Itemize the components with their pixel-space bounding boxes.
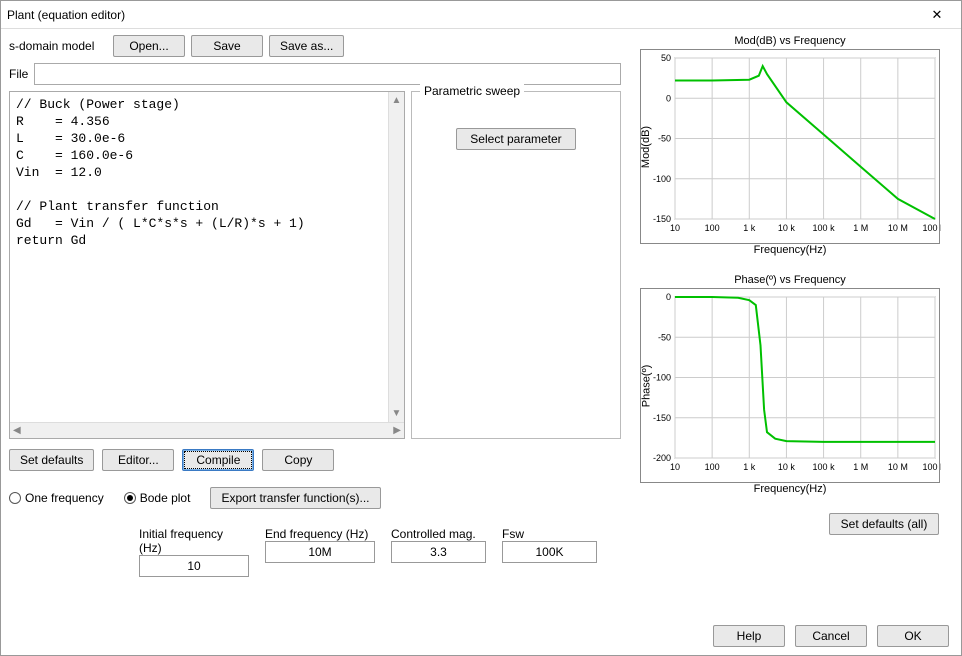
ok-button[interactable]: OK (877, 625, 949, 647)
svg-text:10: 10 (670, 223, 680, 233)
export-tf-button[interactable]: Export transfer function(s)... (210, 487, 380, 509)
svg-text:-50: -50 (658, 332, 671, 342)
end-frequency-field: End frequency (Hz) (265, 527, 375, 577)
phase-chart-title: Phase(º) vs Frequency (631, 274, 949, 286)
frequency-fields-row: Initial frequency (Hz) End frequency (Hz… (9, 527, 621, 577)
magnitude-chart-xlabel: Frequency(Hz) (631, 244, 949, 256)
fsw-label: Fsw (502, 527, 597, 541)
svg-text:0: 0 (666, 292, 671, 302)
svg-text:-200: -200 (653, 453, 671, 463)
initial-frequency-label: Initial frequency (Hz) (139, 527, 249, 555)
magnitude-chart-svg: 10 100 1 k 10 k 100 k 1 M 10 M 100 M 50 0 -50 -100 -… (641, 50, 941, 245)
svg-text:-50: -50 (658, 134, 671, 144)
initial-frequency-input[interactable] (139, 555, 249, 577)
svg-text:-150: -150 (653, 413, 671, 423)
radio-dot-icon (124, 492, 136, 504)
svg-text:100: 100 (705, 223, 720, 233)
svg-text:1 k: 1 k (743, 462, 756, 472)
set-defaults-button[interactable]: Set defaults (9, 449, 94, 471)
end-frequency-input[interactable] (265, 541, 375, 563)
svg-text:10 k: 10 k (778, 462, 796, 472)
window-title: Plant (equation editor) (7, 8, 919, 22)
svg-text:50: 50 (661, 53, 671, 63)
scrollbar-vertical[interactable]: ▲▼ (388, 92, 404, 422)
phase-chart-block: Phase(º) vs Frequency Phase(º) 101001 k1… (631, 274, 949, 495)
window: Plant (equation editor) ✕ s-domain model… (0, 0, 962, 656)
copy-button[interactable]: Copy (262, 449, 334, 471)
magnitude-chart: Mod(dB) 10 100 1 k 10 k 100 k 1 M 10 M 100 M 50 0… (640, 49, 940, 244)
editor-buttons-row: Set defaults Editor... Compile Copy (9, 449, 621, 471)
svg-text:100 M: 100 M (922, 223, 941, 233)
select-parameter-button[interactable]: Select parameter (456, 128, 576, 150)
one-frequency-label: One frequency (25, 491, 104, 505)
parametric-sweep-group: Parametric sweep Select parameter (411, 91, 621, 439)
bode-plot-label: Bode plot (140, 491, 191, 505)
editor-row: // Buck (Power stage) R = 4.356 L = 30.0… (9, 91, 621, 439)
file-row: File (9, 63, 621, 85)
file-path-input[interactable] (34, 63, 621, 85)
compile-button[interactable]: Compile (182, 449, 254, 471)
phase-chart-xlabel: Frequency(Hz) (631, 483, 949, 495)
parametric-sweep-legend: Parametric sweep (420, 84, 524, 98)
titlebar: Plant (equation editor) ✕ (1, 1, 961, 29)
radio-dot-icon (9, 492, 21, 504)
svg-text:10 M: 10 M (888, 462, 908, 472)
controlled-mag-field: Controlled mag. (391, 527, 486, 577)
help-button[interactable]: Help (713, 625, 785, 647)
phase-chart-svg: 10 100 1 k 10 k 100 k 1 M 10 M 100 M 0 -50 -100 -15… (641, 289, 941, 484)
save-button[interactable]: Save (191, 35, 263, 57)
fsw-input[interactable] (502, 541, 597, 563)
magnitude-chart-ylabel: Mod(dB) (640, 125, 652, 167)
svg-text:0: 0 (666, 93, 671, 103)
svg-text:100 k: 100 k (813, 223, 836, 233)
svg-text:1 M: 1 M (853, 462, 868, 472)
end-frequency-label: End frequency (Hz) (265, 527, 375, 541)
svg-text:1 k: 1 k (743, 223, 756, 233)
scrollbar-horizontal[interactable]: ◀▶ (10, 422, 404, 438)
domain-label: s-domain model (9, 39, 107, 53)
magnitude-chart-title: Mod(dB) vs Frequency (631, 35, 949, 47)
bode-plot-radio[interactable]: Bode plot (124, 491, 191, 505)
svg-text:100 k: 100 k (813, 462, 836, 472)
code-text[interactable]: // Buck (Power stage) R = 4.356 L = 30.0… (10, 92, 404, 422)
open-button[interactable]: Open... (113, 35, 185, 57)
controlled-mag-input[interactable] (391, 541, 486, 563)
svg-text:-100: -100 (653, 174, 671, 184)
svg-text:-150: -150 (653, 214, 671, 224)
client-area: s-domain model Open... Save Save as... F… (1, 29, 961, 617)
editor-button[interactable]: Editor... (102, 449, 174, 471)
fsw-field: Fsw (502, 527, 597, 577)
svg-text:10 M: 10 M (888, 223, 908, 233)
mode-row: One frequency Bode plot Export transfer … (9, 487, 621, 509)
set-defaults-all-button[interactable]: Set defaults (all) (829, 513, 939, 535)
code-editor[interactable]: // Buck (Power stage) R = 4.356 L = 30.0… (9, 91, 405, 439)
phase-chart-ylabel: Phase(º) (640, 364, 652, 407)
initial-frequency-field: Initial frequency (Hz) (139, 527, 249, 577)
top-toolbar: s-domain model Open... Save Save as... (9, 35, 621, 57)
svg-text:1 M: 1 M (853, 223, 868, 233)
left-panel: s-domain model Open... Save Save as... F… (9, 35, 621, 609)
footer-buttons: Help Cancel OK (1, 617, 961, 655)
svg-text:100 M: 100 M (922, 462, 941, 472)
right-panel: Mod(dB) vs Frequency Mod(dB) 101001 k10 … (627, 35, 953, 609)
one-frequency-radio[interactable]: One frequency (9, 491, 104, 505)
cancel-button[interactable]: Cancel (795, 625, 867, 647)
phase-chart: Phase(º) 10 100 1 k 10 k 100 k 1 M 10 M 100 M 0 -… (640, 288, 940, 483)
close-icon[interactable]: ✕ (919, 3, 955, 27)
saveas-button[interactable]: Save as... (269, 35, 344, 57)
magnitude-chart-block: Mod(dB) vs Frequency Mod(dB) 10 100 1 k 10 … (631, 35, 949, 256)
file-label: File (9, 67, 28, 81)
svg-text:100: 100 (705, 462, 720, 472)
svg-text:-100: -100 (653, 373, 671, 383)
controlled-mag-label: Controlled mag. (391, 527, 486, 541)
svg-text:10: 10 (670, 462, 680, 472)
svg-text:10 k: 10 k (778, 223, 796, 233)
